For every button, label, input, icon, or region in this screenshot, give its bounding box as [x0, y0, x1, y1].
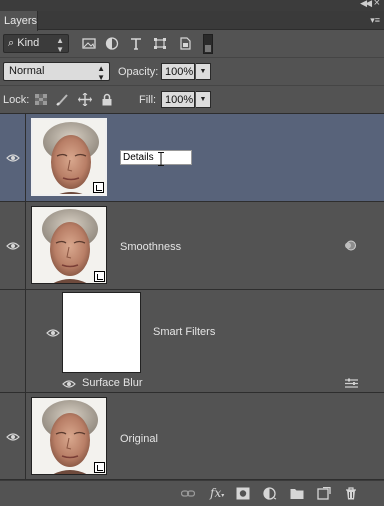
visibility-column	[0, 290, 26, 375]
layer-name: Original	[120, 433, 158, 445]
fx-icon[interactable]: fx▾	[210, 486, 224, 500]
link-layers-icon[interactable]	[181, 487, 195, 500]
layers-footer-toolbar: fx▾	[0, 480, 384, 506]
eye-icon[interactable]	[6, 153, 20, 163]
opacity-label: Opacity:	[118, 66, 159, 78]
search-icon: ⌕	[8, 37, 15, 49]
filter-row: ⌕ Kind ▲ ▼	[0, 30, 384, 58]
smart-object-badge-icon	[93, 182, 104, 193]
lock-row: Lock: Fill: 100% ▼	[0, 86, 384, 114]
layer-row-details[interactable]: Details	[0, 114, 384, 202]
new-group-icon[interactable]	[290, 487, 304, 500]
eye-icon[interactable]	[46, 328, 60, 338]
visibility-toggle[interactable]	[0, 393, 26, 479]
smart-object-badge-icon	[94, 462, 105, 473]
text-cursor-icon	[158, 152, 164, 166]
tab-layers[interactable]: Layers	[0, 11, 38, 31]
filter-kind-label: Kind	[17, 37, 40, 49]
lock-transparent-pixels-icon[interactable]	[34, 93, 48, 106]
chevron-updown-icon: ▲ ▼	[56, 36, 64, 54]
blend-mode-value: Normal	[9, 65, 45, 77]
filter-row-surface-blur[interactable]: Surface Blur	[0, 375, 384, 393]
eye-icon[interactable]	[62, 379, 76, 389]
layer-name-input[interactable]: Details	[120, 150, 192, 165]
chevron-updown-icon: ▲ ▼	[97, 64, 105, 82]
lock-position-icon[interactable]	[78, 93, 92, 106]
eye-icon[interactable]	[6, 241, 20, 251]
visibility-column	[0, 375, 26, 392]
delete-layer-icon[interactable]	[344, 487, 358, 500]
eye-icon[interactable]	[6, 432, 20, 442]
panel-tab-bar: Layers ▾≡	[0, 11, 384, 31]
fill-label: Fill:	[139, 94, 157, 106]
add-mask-icon[interactable]	[236, 487, 250, 500]
pixel-layer-filter-icon[interactable]	[82, 37, 96, 50]
panel-menu-icon[interactable]: ▾≡	[370, 15, 380, 26]
smart-filters-row[interactable]: Smart Filters	[0, 290, 384, 375]
layer-row-smoothness[interactable]: Smoothness	[0, 202, 384, 290]
fill-dropdown-arrow[interactable]: ▼	[196, 91, 211, 108]
fill-input[interactable]: 100%	[161, 91, 195, 108]
filter-kind-dropdown[interactable]: ⌕ Kind ▲ ▼	[3, 34, 69, 54]
new-adjustment-layer-icon[interactable]	[263, 487, 277, 500]
smart-filters-badge-icon[interactable]	[344, 240, 357, 251]
blend-row: Normal ▲ ▼ Opacity: 100% ▼	[0, 58, 384, 86]
filter-toggle-switch[interactable]	[203, 34, 213, 54]
panel-title-strip: ◀◀ ×	[0, 0, 384, 11]
lock-label: Lock:	[3, 94, 30, 106]
blend-mode-dropdown[interactable]: Normal ▲ ▼	[3, 62, 110, 82]
smart-object-filter-icon[interactable]	[178, 37, 192, 50]
new-layer-icon[interactable]	[317, 487, 331, 500]
opacity-dropdown-arrow[interactable]: ▼	[196, 63, 211, 80]
visibility-toggle[interactable]	[0, 202, 26, 289]
filter-name: Surface Blur	[82, 377, 143, 389]
layer-thumbnail[interactable]	[31, 397, 107, 475]
layer-thumbnail[interactable]	[31, 206, 107, 284]
visibility-toggle[interactable]	[0, 114, 26, 201]
double-chevron-left-icon[interactable]: ◀◀	[360, 0, 372, 9]
adjustment-layer-filter-icon[interactable]	[105, 37, 119, 50]
layer-row-original[interactable]: Original	[0, 393, 384, 480]
close-icon[interactable]: ×	[374, 0, 380, 9]
filter-mask-thumbnail[interactable]	[62, 292, 141, 373]
smart-object-badge-icon	[94, 271, 105, 282]
lock-all-icon[interactable]	[100, 93, 114, 106]
filter-blending-options-icon[interactable]	[345, 378, 358, 389]
layer-thumbnail[interactable]	[31, 118, 107, 196]
lock-image-pixels-icon[interactable]	[56, 93, 70, 106]
opacity-input[interactable]: 100%	[161, 63, 195, 80]
shape-layer-filter-icon[interactable]	[153, 37, 167, 50]
smart-filters-label: Smart Filters	[153, 326, 216, 338]
type-layer-filter-icon[interactable]	[129, 37, 143, 50]
layer-name: Smoothness	[120, 241, 182, 253]
